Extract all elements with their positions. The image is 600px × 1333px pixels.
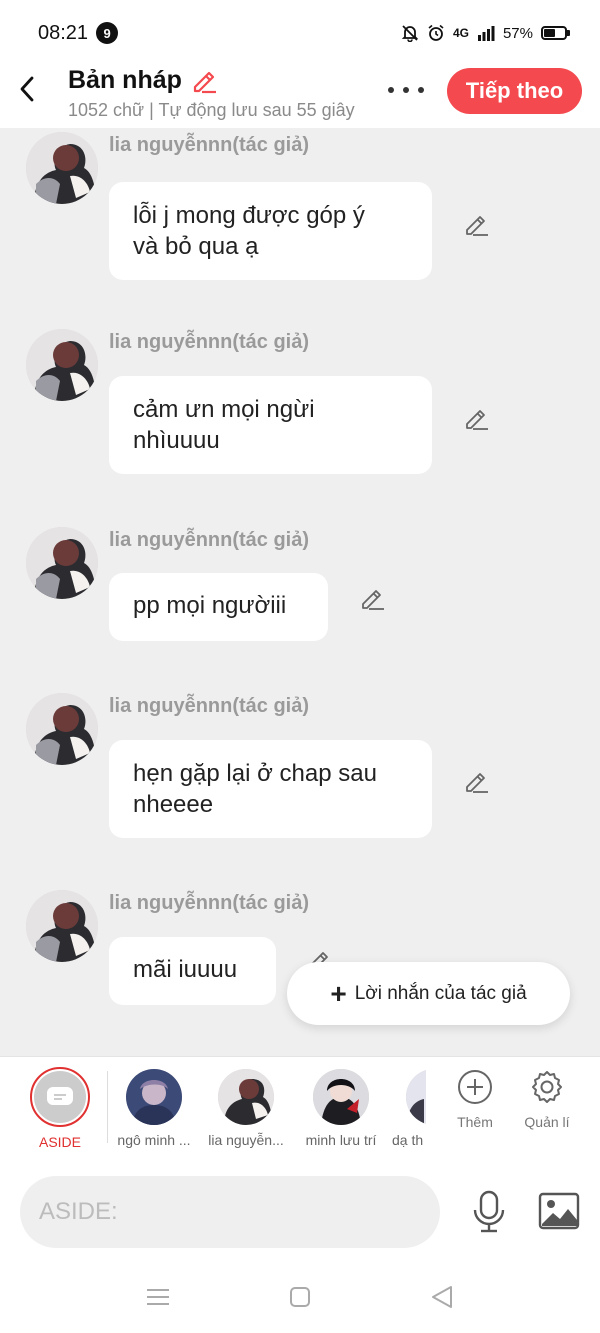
plus-circle-icon <box>458 1070 492 1104</box>
microphone-icon[interactable] <box>470 1190 508 1234</box>
avatar[interactable] <box>26 132 98 204</box>
avatar <box>218 1069 274 1125</box>
notification-count-badge: 9 <box>96 22 119 44</box>
back-button[interactable] <box>14 74 40 104</box>
page-title-row: Bản nháp <box>68 64 368 96</box>
manage-characters-button[interactable]: Quản lí <box>512 1069 582 1130</box>
edit-message-icon[interactable] <box>358 583 388 613</box>
plus-icon: + <box>330 977 347 1009</box>
add-label: Thêm <box>457 1114 493 1130</box>
message-bubble[interactable]: mãi iuuuu <box>109 937 276 1005</box>
back-triangle-icon[interactable] <box>429 1284 455 1310</box>
network-type: 4G <box>452 26 469 40</box>
next-button[interactable]: Tiếp theo <box>447 68 582 114</box>
character-label: lia nguyễn... <box>208 1132 284 1148</box>
signal-icon <box>477 26 495 41</box>
avatar <box>406 1069 426 1125</box>
pencil-icon[interactable] <box>190 66 218 94</box>
manage-label: Quản lí <box>524 1114 570 1130</box>
chevron-left-icon <box>20 76 34 102</box>
message-bubble[interactable]: cảm ưn mọi ngừi nhìuuuu <box>109 376 432 474</box>
image-icon[interactable] <box>538 1192 580 1230</box>
edit-message-icon[interactable] <box>462 209 492 239</box>
message-feed[interactable]: lia nguyễnnn(tác giả) lỗi j mong được gó… <box>0 128 600 1056</box>
edit-message-icon[interactable] <box>462 403 492 433</box>
status-bar: 08:21 9 4G 57% <box>0 0 600 66</box>
chat-bubble-icon <box>47 1087 73 1105</box>
avatar[interactable] <box>26 527 98 599</box>
character-label: dạ th <box>392 1132 424 1148</box>
author-note-label: Lời nhắn của tác giả <box>354 982 527 1004</box>
character-item[interactable]: minh lưu trí <box>298 1057 384 1148</box>
edit-message-icon[interactable] <box>462 766 492 796</box>
avatar[interactable] <box>26 693 98 765</box>
home-icon[interactable] <box>287 1284 313 1310</box>
avatar <box>126 1069 182 1125</box>
avatar <box>313 1069 369 1125</box>
status-time: 08:21 <box>38 21 89 44</box>
character-label: ASIDE <box>38 1134 81 1150</box>
author-name: lia nguyễnnn(tác giả) <box>109 529 310 551</box>
app-header: Bản nháp 1052 chữ | Tự động lưu sau 55 g… <box>0 66 600 128</box>
add-character-button[interactable]: Thêm <box>440 1069 510 1130</box>
message-bubble[interactable]: lỗi j mong được góp ý và bỏ qua ạ <box>109 182 432 280</box>
character-aside[interactable]: ASIDE <box>22 1057 98 1150</box>
message-bubble[interactable]: hẹn gặp lại ở chap sau nheeee <box>109 740 432 838</box>
author-name: lia nguyễnnn(tác giả) <box>109 892 310 914</box>
page-title: Bản nháp <box>68 65 182 94</box>
system-nav-bar <box>0 1260 600 1333</box>
divider <box>107 1071 108 1143</box>
autosave-status: 1052 chữ | Tự động lưu sau 55 giây <box>68 100 355 120</box>
mute-bell-icon <box>401 25 419 42</box>
character-label: ngô minh ... <box>117 1132 191 1148</box>
character-item[interactable]: lia nguyễn... <box>204 1057 288 1148</box>
battery-icon <box>541 26 570 40</box>
author-note-button[interactable]: + Lời nhắn của tác giả <box>287 962 570 1025</box>
more-options-button[interactable] <box>386 80 426 100</box>
character-selector: ASIDE ngô minh ... lia nguyễn... minh lư… <box>0 1056 600 1164</box>
alarm-icon <box>428 24 444 41</box>
status-icons: 4G 57% <box>401 24 570 42</box>
author-name: lia nguyễnnn(tác giả) <box>109 695 310 717</box>
battery-percent: 57% <box>502 24 533 42</box>
title-block: Bản nháp 1052 chữ | Tự động lưu sau 55 g… <box>68 64 368 121</box>
author-name: lia nguyễnnn(tác giả) <box>109 331 310 353</box>
message-bubble[interactable]: pp mọi ngườiii <box>109 573 328 641</box>
author-name: lia nguyễnnn(tác giả) <box>109 134 310 156</box>
gear-icon <box>532 1071 562 1103</box>
composer-bar <box>0 1164 600 1260</box>
character-item[interactable]: dạ th <box>392 1057 426 1148</box>
character-label: minh lưu trí <box>305 1132 377 1148</box>
avatar[interactable] <box>26 329 98 401</box>
message-input[interactable] <box>20 1176 440 1248</box>
character-item[interactable]: ngô minh ... <box>112 1057 196 1148</box>
menu-icon[interactable] <box>145 1284 171 1310</box>
avatar[interactable] <box>26 890 98 962</box>
